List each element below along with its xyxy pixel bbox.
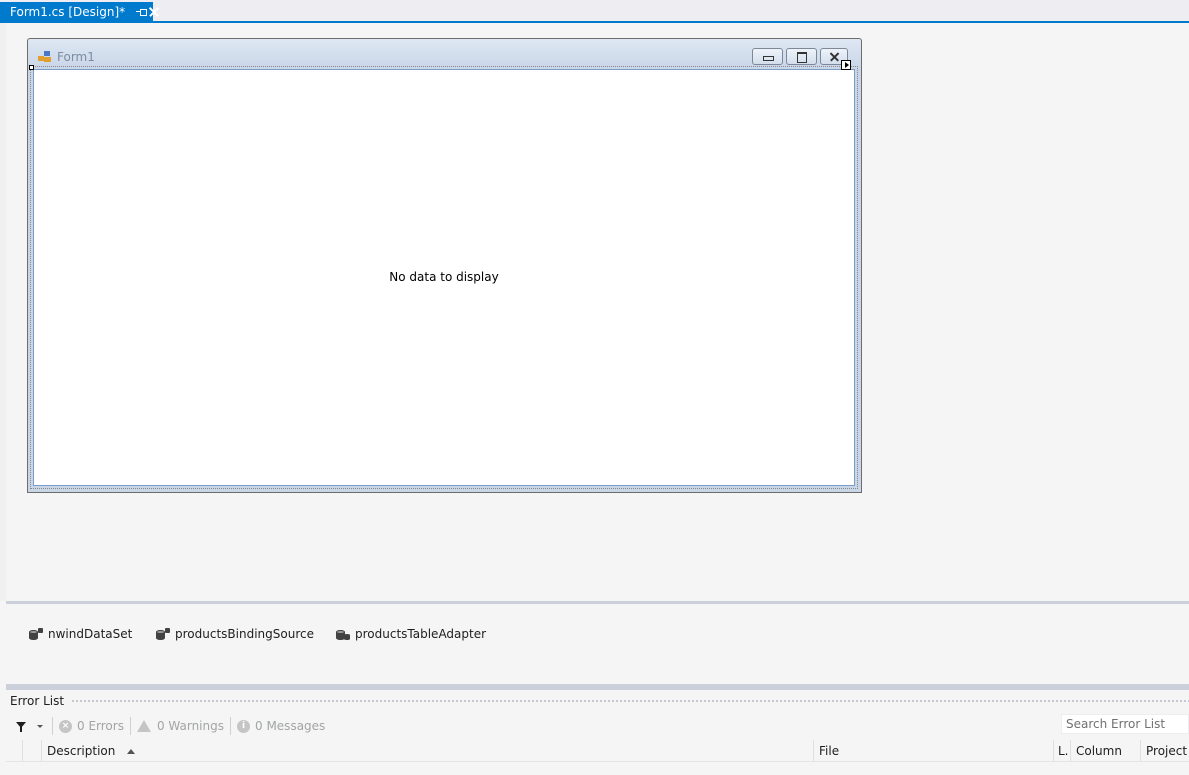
document-tab-strip: Form1.cs [Design]* xyxy=(0,0,1189,23)
column-header-project[interactable]: Project xyxy=(1140,740,1189,762)
component-tray: nwindDataSet productsBindingSource produ… xyxy=(6,604,1189,684)
tray-item-products-binding-source[interactable]: productsBindingSource xyxy=(156,627,314,641)
chevron-down-icon[interactable] xyxy=(36,716,46,736)
error-list-pane: Error List × 0 Errors 0 Warnings i 0 Mes… xyxy=(6,690,1189,775)
warnings-filter-button[interactable]: 0 Warnings xyxy=(136,719,224,733)
tray-item-label: nwindDataSet xyxy=(48,627,133,641)
toolbar-separator xyxy=(129,717,131,735)
filter-icon[interactable] xyxy=(12,716,36,736)
sort-ascending-icon xyxy=(127,749,136,754)
tray-item-nwind-dataset[interactable]: nwindDataSet xyxy=(29,627,132,641)
grid-empty-text: No data to display xyxy=(389,270,499,284)
minimize-button[interactable] xyxy=(752,48,783,65)
smart-tag-glyph[interactable] xyxy=(841,60,851,70)
pin-icon[interactable] xyxy=(136,7,147,17)
close-icon[interactable] xyxy=(147,5,153,19)
search-input[interactable]: Search Error List xyxy=(1061,714,1189,734)
column-header-label: L. xyxy=(1058,744,1069,758)
warnings-count-label: 0 Warnings xyxy=(156,719,224,733)
column-header-column[interactable]: Column xyxy=(1070,740,1140,762)
toolbar-separator xyxy=(52,717,53,735)
column-header-file[interactable]: File xyxy=(813,740,1053,762)
error-list-title: Error List xyxy=(10,694,65,708)
table-adapter-icon xyxy=(336,628,350,641)
column-header-label: Description xyxy=(47,744,116,758)
form-title: Form1 xyxy=(57,50,95,64)
column-header-label: File xyxy=(819,744,840,758)
error-list-toolbar: × 0 Errors 0 Warnings i 0 Messages xyxy=(6,714,1189,738)
maximize-button[interactable] xyxy=(786,48,817,65)
info-icon: i xyxy=(237,719,250,733)
error-icon: × xyxy=(59,719,72,733)
tray-item-products-table-adapter[interactable]: productsTableAdapter xyxy=(336,627,486,641)
selection-handle[interactable] xyxy=(29,65,34,70)
form-titlebar: Form1 xyxy=(28,39,861,67)
warning-icon xyxy=(136,720,151,732)
tray-item-label: productsBindingSource xyxy=(175,627,314,641)
errors-count-label: 0 Errors xyxy=(77,719,124,733)
column-header-selector[interactable] xyxy=(22,740,41,762)
dataset-icon xyxy=(29,627,43,641)
messages-filter-button[interactable]: i 0 Messages xyxy=(237,719,325,733)
form-app-icon xyxy=(38,51,52,63)
data-grid[interactable]: No data to display xyxy=(30,66,858,489)
column-header-label: Project xyxy=(1146,744,1188,758)
tray-item-label: productsTableAdapter xyxy=(355,627,487,641)
errors-filter-button[interactable]: × 0 Errors xyxy=(59,719,124,733)
form-window[interactable]: Form1 No data to display xyxy=(27,38,862,493)
messages-count-label: 0 Messages xyxy=(255,719,326,733)
drag-grip[interactable] xyxy=(71,698,1189,704)
error-list-header[interactable]: Error List xyxy=(6,693,1189,709)
error-list-column-header: Description File L. Column Project xyxy=(6,740,1189,762)
column-header-label: Column xyxy=(1076,744,1122,758)
tab-title: Form1.cs [Design]* xyxy=(10,4,126,19)
designer-surface[interactable]: Form1 No data to display xyxy=(0,23,1189,601)
tab-form1-design[interactable]: Form1.cs [Design]* xyxy=(0,2,153,21)
column-header-description[interactable]: Description xyxy=(41,740,813,762)
toolbar-separator xyxy=(230,717,231,735)
binding-source-icon xyxy=(156,627,170,641)
column-header-line[interactable]: L. xyxy=(1053,740,1070,762)
